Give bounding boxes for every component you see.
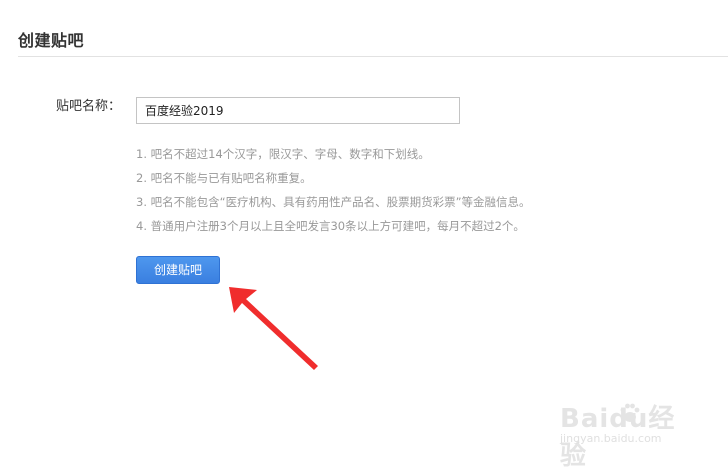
- baidu-jingyan-watermark: Baidu经验 jingyan.baidu.com: [560, 398, 700, 471]
- baidu-paw-icon: [620, 403, 640, 422]
- watermark-url: jingyan.baidu.com: [560, 432, 662, 445]
